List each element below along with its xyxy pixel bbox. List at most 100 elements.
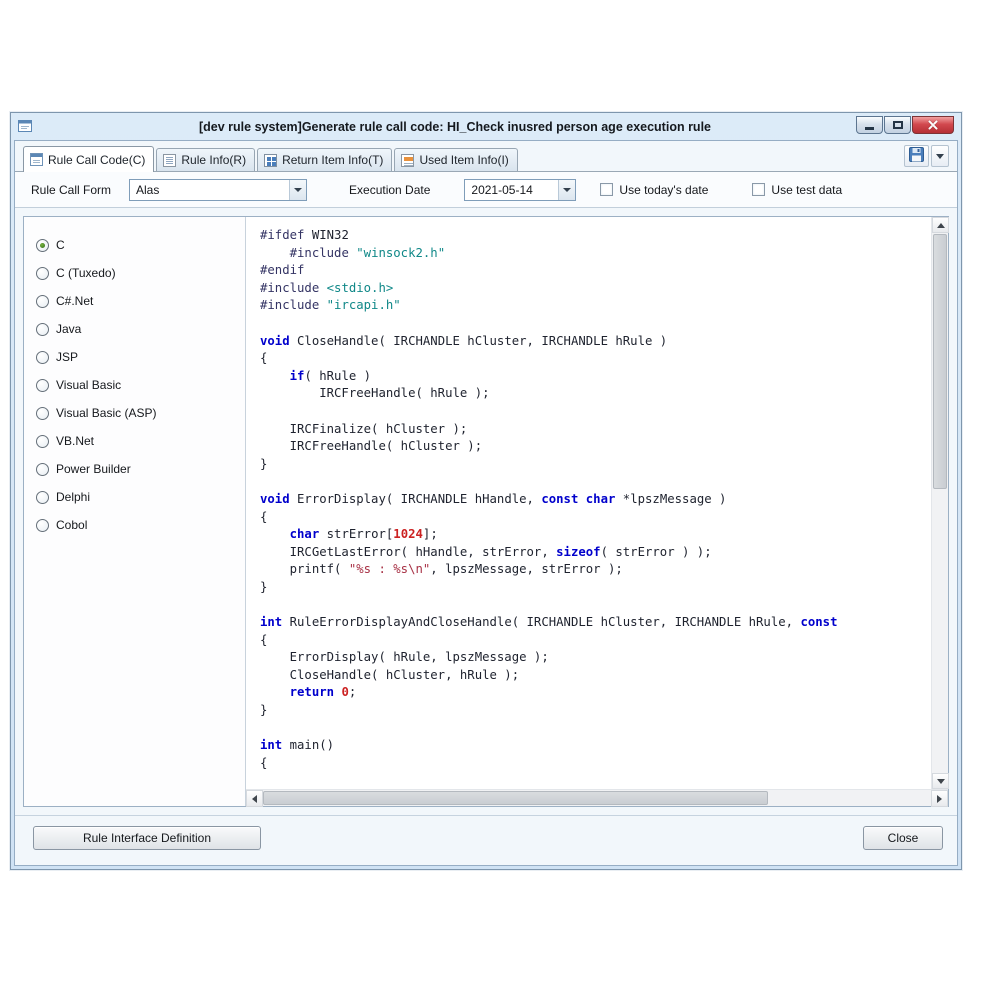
code-line: #include "winsock2.h" [260,245,931,263]
app-icon [17,118,33,134]
radio-icon [36,323,49,336]
execution-date-select[interactable]: 2021-05-14 [464,179,576,201]
language-option-visual-basic[interactable]: Visual Basic [24,371,245,399]
rule-interface-definition-button[interactable]: Rule Interface Definition [33,826,261,850]
code-line: #ifdef WIN32 [260,227,931,245]
language-label: Cobol [56,518,87,532]
close-dialog-button[interactable]: Close [863,826,943,850]
vertical-scrollbar-thumb[interactable] [933,234,947,489]
code-line: { [260,755,931,773]
maximize-button[interactable] [884,116,911,134]
code-line: IRCFreeHandle( hCluster ); [260,438,931,456]
rule-call-form-select[interactable]: Alas [129,179,307,201]
language-option-c-net[interactable]: C#.Net [24,287,245,315]
save-options-button[interactable] [931,145,949,167]
radio-icon [36,491,49,504]
tab-label: Return Item Info(T) [282,153,383,167]
code-line: int main() [260,737,931,755]
window-title: [dev rule system]Generate rule call code… [11,120,961,134]
code-line: return 0; [260,684,931,702]
code-line: void ErrorDisplay( IRCHANDLE hHandle, co… [260,491,931,509]
code-line: { [260,350,931,368]
scroll-right-button[interactable] [931,790,948,807]
language-label: Visual Basic (ASP) [56,406,156,420]
language-option-jsp[interactable]: JSP [24,343,245,371]
language-label: JSP [56,350,78,364]
radio-icon [36,519,49,532]
vertical-scrollbar[interactable] [931,217,948,789]
code-line: } [260,456,931,474]
scroll-down-button[interactable] [932,773,949,789]
code-line [260,403,931,421]
use-todays-date-label: Use today's date [619,183,708,197]
radio-icon [36,295,49,308]
code-line: printf( "%s : %s\n", lpszMessage, strErr… [260,561,931,579]
chevron-down-icon [558,180,575,200]
code-line: { [260,632,931,650]
maximize-icon [893,121,903,129]
code-panel: #ifdef WIN32 #include "winsock2.h"#endif… [246,217,948,806]
rule-info-tab-icon [163,154,176,167]
dialog-body: Rule Call Code(C) Rule Info(R) Return Item… [14,140,958,866]
language-label: VB.Net [56,434,94,448]
radio-icon [36,379,49,392]
minimize-button[interactable] [856,116,883,134]
scroll-up-button[interactable] [932,217,949,233]
horizontal-scrollbar[interactable] [246,789,948,806]
code-line: #include "ircapi.h" [260,297,931,315]
radio-icon [36,435,49,448]
tab-return-item-info-t[interactable]: Return Item Info(T) [257,148,392,171]
language-option-visual-basic-asp[interactable]: Visual Basic (ASP) [24,399,245,427]
tab-rule-info-r[interactable]: Rule Info(R) [156,148,255,171]
code-content[interactable]: #ifdef WIN32 #include "winsock2.h"#endif… [246,217,931,789]
scroll-left-button[interactable] [246,790,263,807]
code-line: IRCFinalize( hCluster ); [260,421,931,439]
language-option-power-builder[interactable]: Power Builder [24,455,245,483]
close-icon [927,119,939,131]
language-label: C (Tuxedo) [56,266,116,280]
language-option-c-tuxedo[interactable]: C (Tuxedo) [24,259,245,287]
code-line: #endif [260,262,931,280]
language-option-delphi[interactable]: Delphi [24,483,245,511]
tab-used-item-info-i[interactable]: Used Item Info(I) [394,148,517,171]
code-line: } [260,579,931,597]
radio-icon [36,407,49,420]
desktop: [dev rule system]Generate rule call code… [0,0,1000,1000]
language-option-vb-net[interactable]: VB.Net [24,427,245,455]
chevron-down-icon [289,180,306,200]
code-line: } [260,702,931,720]
checkbox-icon [752,183,765,196]
minimize-icon [865,127,874,130]
language-option-cobol[interactable]: Cobol [24,511,245,539]
code-line: IRCFreeHandle( hRule ); [260,385,931,403]
language-label: Java [56,322,81,336]
dialog-window: [dev rule system]Generate rule call code… [10,112,962,870]
language-option-java[interactable]: Java [24,315,245,343]
code-line: IRCGetLastError( hHandle, strError, size… [260,544,931,562]
tab-label: Rule Info(R) [181,153,246,167]
radio-icon [36,351,49,364]
language-label: Power Builder [56,462,131,476]
radio-icon [36,267,49,280]
chevron-down-icon [936,154,944,159]
titlebar[interactable]: [dev rule system]Generate rule call code… [11,113,961,140]
tab-strip: Rule Call Code(C) Rule Info(R) Return Item… [15,141,957,172]
tab-rule-call-code-c[interactable]: Rule Call Code(C) [23,146,154,172]
use-test-data-checkbox[interactable]: Use test data [752,183,842,197]
use-test-data-label: Use test data [771,183,842,197]
save-floppy-icon [909,147,924,165]
language-option-c[interactable]: C [24,231,245,259]
content-area: C C (Tuxedo) C#.Net Java JSP Visual Basic Visu… [23,216,949,807]
horizontal-scrollbar-thumb[interactable] [263,791,768,805]
code-line: ErrorDisplay( hRule, lpszMessage ); [260,649,931,667]
checkbox-icon [600,183,613,196]
save-button[interactable] [904,145,929,167]
code-line [260,596,931,614]
window-controls [856,116,954,134]
close-button[interactable] [912,116,954,134]
use-todays-date-checkbox[interactable]: Use today's date [600,183,708,197]
code-line: if( hRule ) [260,368,931,386]
execution-date-value: 2021-05-14 [465,183,558,197]
rule-call-form-label: Rule Call Form [31,183,111,197]
return-item-info-tab-icon [264,154,277,167]
